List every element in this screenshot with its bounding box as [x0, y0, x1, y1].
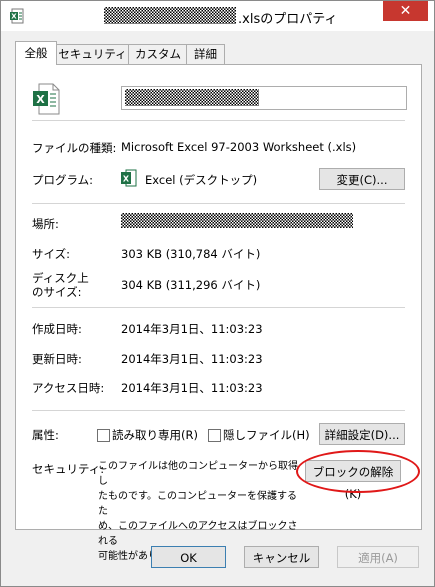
security-text-line: たものです。このコンピューターを保護するた: [98, 491, 297, 517]
location-label: 場所:: [32, 217, 59, 231]
excel-file-icon: X: [33, 83, 60, 115]
readonly-checkbox[interactable]: [97, 429, 110, 442]
created-value: 2014年3月1日、11:03:23: [121, 322, 263, 336]
size-label: サイズ:: [32, 247, 71, 261]
hidden-checkbox[interactable]: [208, 429, 221, 442]
created-label: 作成日時:: [32, 322, 82, 336]
security-text-line: このファイルは他のコンピューターから取得し: [98, 461, 298, 487]
program-label: プログラム:: [32, 173, 94, 187]
security-label: セキュリティ:: [32, 462, 105, 476]
redacted-filename: [125, 89, 259, 106]
accessed-label: アクセス日時:: [32, 381, 105, 395]
program-value: Excel (デスクトップ): [145, 173, 258, 187]
redacted-location: [121, 213, 353, 228]
redacted-filename: [104, 7, 236, 24]
ok-button[interactable]: OK: [151, 546, 226, 568]
file-type-value: Microsoft Excel 97-2003 Worksheet (.xls): [121, 140, 357, 154]
file-type-label: ファイルの種類:: [32, 141, 117, 155]
svg-text:X: X: [11, 13, 17, 21]
separator: [32, 307, 405, 308]
filename-field[interactable]: [121, 86, 407, 110]
highlight-circle: [296, 450, 420, 493]
separator: [32, 203, 405, 204]
modified-value: 2014年3月1日、11:03:23: [121, 352, 263, 366]
properties-window: X .xlsのプロパティ ✕ 全般 セキュリティ カスタム 詳細 X ファイルの…: [0, 0, 435, 587]
separator: [32, 120, 405, 121]
attributes-label: 属性:: [32, 428, 59, 442]
size-value: 303 KB (310,784 バイト): [121, 247, 261, 261]
tab-details[interactable]: 詳細: [186, 44, 225, 64]
tab-general[interactable]: 全般: [15, 41, 57, 65]
close-button[interactable]: ✕: [383, 1, 428, 21]
excel-app-icon: X: [121, 169, 137, 187]
advanced-button[interactable]: 詳細設定(D)...: [319, 423, 405, 445]
excel-file-icon: X: [10, 8, 24, 24]
disk-size-label-line2: のサイズ:: [32, 285, 82, 299]
readonly-label[interactable]: 読み取り専用(R): [112, 427, 198, 443]
title-bar[interactable]: X .xlsのプロパティ ✕: [1, 1, 434, 31]
apply-button[interactable]: 適用(A): [337, 546, 419, 568]
separator: [32, 410, 405, 411]
svg-text:X: X: [36, 93, 45, 106]
tab-custom[interactable]: カスタム: [128, 44, 188, 64]
hidden-label[interactable]: 隠しファイル(H): [223, 427, 310, 443]
cancel-button[interactable]: キャンセル: [244, 546, 319, 568]
change-program-button[interactable]: 変更(C)...: [319, 168, 405, 190]
security-text-line: め、このファイルへのアクセスはブロックされる: [98, 521, 298, 547]
tab-security[interactable]: セキュリティ: [55, 44, 130, 64]
accessed-value: 2014年3月1日、11:03:23: [121, 381, 263, 395]
disk-size-value: 304 KB (311,296 バイト): [121, 278, 261, 292]
modified-label: 更新日時:: [32, 352, 82, 366]
window-title: .xlsのプロパティ: [238, 12, 338, 27]
svg-text:X: X: [123, 175, 130, 184]
